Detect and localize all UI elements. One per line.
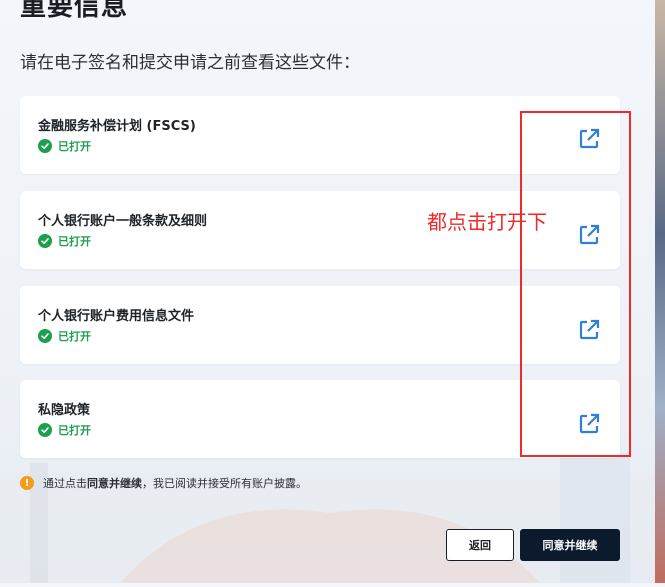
- check-circle-icon: [38, 234, 52, 248]
- notice-bold: 同意并继续: [87, 477, 142, 490]
- notice-text: 通过点击同意并继续，我已阅读并接受所有账户披露。: [43, 475, 307, 491]
- background-edge: [655, 0, 665, 583]
- document-status: 已打开: [38, 138, 91, 154]
- check-circle-icon: [38, 423, 52, 437]
- agree-and-continue-button[interactable]: 同意并继续: [520, 529, 620, 561]
- back-button[interactable]: 返回: [446, 529, 514, 561]
- document-name: 个人银行账户费用信息文件: [38, 309, 195, 324]
- document-name: 私隐政策: [38, 403, 91, 418]
- status-opened: 已打开: [58, 140, 91, 153]
- status-opened: 已打开: [58, 424, 91, 437]
- status-opened: 已打开: [58, 330, 91, 343]
- check-circle-icon: [38, 329, 52, 343]
- document-status: 已打开: [38, 422, 91, 438]
- notice-prefix: 通过点击: [43, 477, 87, 490]
- check-circle-icon: [38, 139, 52, 153]
- page-subtitle: 请在电子签名和提交申请之前查看这些文件：: [20, 53, 360, 73]
- document-name: 个人银行账户一般条款及细则: [38, 214, 208, 229]
- document-status: 已打开: [38, 328, 91, 344]
- page-title: 重要信息: [20, 0, 129, 22]
- warning-icon: !: [20, 476, 34, 490]
- disclosure-notice: ! 通过点击同意并继续，我已阅读并接受所有账户披露。: [20, 475, 307, 491]
- annotation-highlight-box: [520, 111, 631, 457]
- annotation-text: 都点击打开下: [427, 210, 547, 234]
- document-status: 已打开: [38, 233, 91, 249]
- document-name: 金融服务补偿计划 (FSCS): [38, 119, 196, 134]
- status-opened: 已打开: [58, 235, 91, 248]
- notice-suffix: ，我已阅读并接受所有账户披露。: [142, 477, 307, 490]
